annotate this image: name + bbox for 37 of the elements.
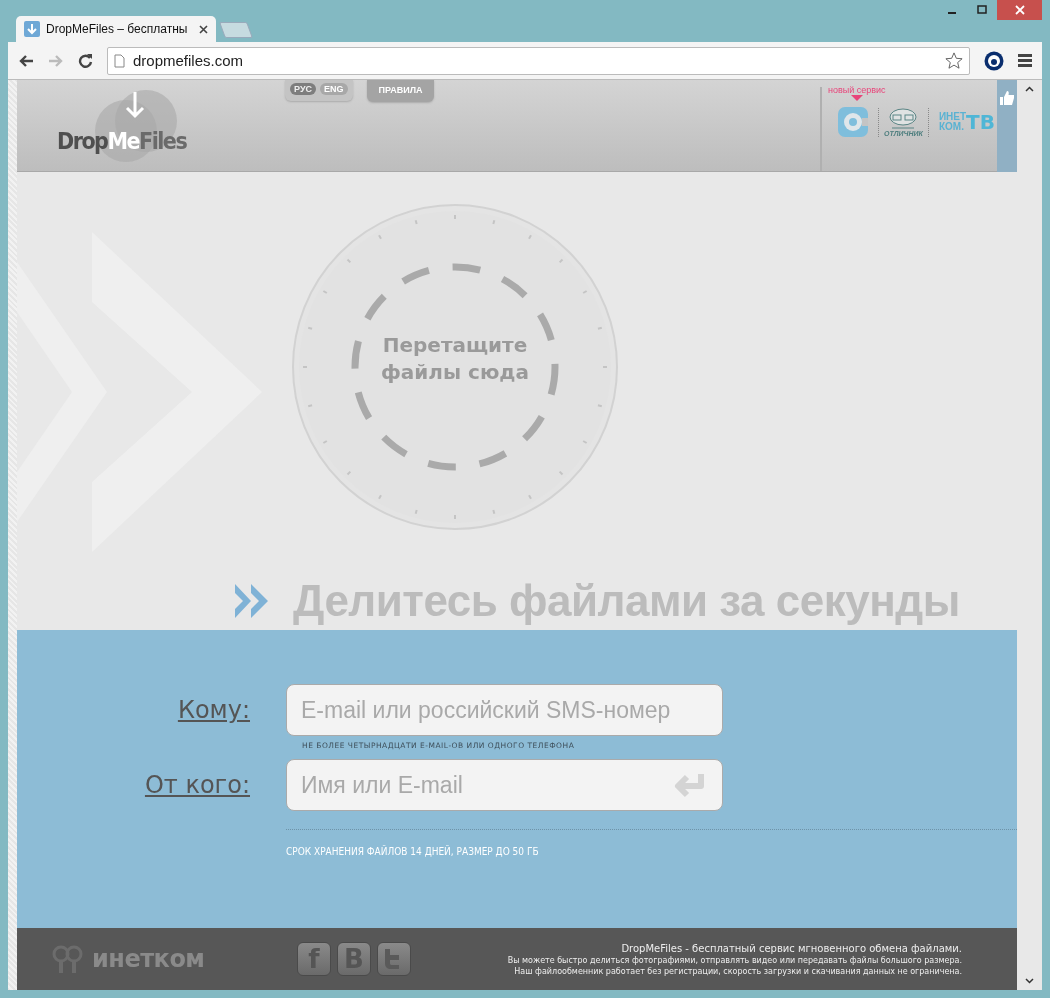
drop-zone-text: Перетащите файлы сюда: [380, 332, 530, 386]
rules-link[interactable]: ПРАВИЛА: [366, 80, 435, 102]
page-icon: [114, 53, 125, 68]
tab-title: DropMeFiles – бесплатны: [46, 22, 189, 36]
close-icon: [1014, 5, 1025, 15]
footer-text: DropMeFiles - бесплатный сервис мгновенного обмена файлами.: [621, 941, 962, 955]
scroll-up-icon[interactable]: [1025, 86, 1034, 92]
new-service-label: новый сервис: [828, 85, 886, 95]
close-icon[interactable]: [199, 24, 208, 34]
scrollbar[interactable]: [1017, 80, 1042, 990]
star-icon[interactable]: [945, 51, 963, 70]
recipient-field[interactable]: E-mail или российский SMS-номер: [286, 684, 723, 736]
language-tab[interactable]: РУС: [290, 83, 316, 95]
menu-icon[interactable]: [1018, 54, 1032, 67]
extension-icon[interactable]: [984, 50, 1004, 71]
thumbs-up-icon: [999, 90, 1015, 106]
recipient-label[interactable]: Кому:: [17, 696, 250, 724]
footer-text: Наш файлообменник работает без регистрации, скорость загрузки и скачивания данных не ограничена.: [514, 965, 962, 977]
reload-icon[interactable]: [78, 53, 93, 68]
double-chevron-icon: [233, 582, 271, 620]
close-button[interactable]: [997, 0, 1042, 20]
download-icon: [24, 21, 40, 37]
address-bar[interactable]: dropmefiles.com: [107, 46, 970, 75]
back-icon[interactable]: [18, 53, 34, 68]
scroll-down-icon[interactable]: [1025, 978, 1034, 984]
language-tab[interactable]: ENG: [320, 83, 348, 95]
maximize-icon: [977, 5, 987, 15]
browser-tab[interactable]: DropMeFiles – бесплатны: [16, 16, 216, 42]
logo-text: DropMeFiles: [57, 128, 187, 154]
url-text: dropmefiles.com: [133, 52, 245, 69]
storage-note: СРОК ХРАНЕНИЯ ФАЙЛОВ 14 ДНЕЙ, РАЗМЕР ДО 50 ГБ: [286, 846, 540, 857]
pointer-icon: [850, 95, 863, 101]
twitter-button[interactable]: [377, 942, 411, 976]
minimize-icon: [948, 12, 956, 14]
sender-label[interactable]: От кого:: [17, 771, 250, 799]
footer-text: Вы можете быстро делиться фотографиями, отправлять видео или передавать файлы большого размера.: [507, 954, 962, 966]
sender-field[interactable]: Имя или E-mail: [286, 759, 723, 811]
